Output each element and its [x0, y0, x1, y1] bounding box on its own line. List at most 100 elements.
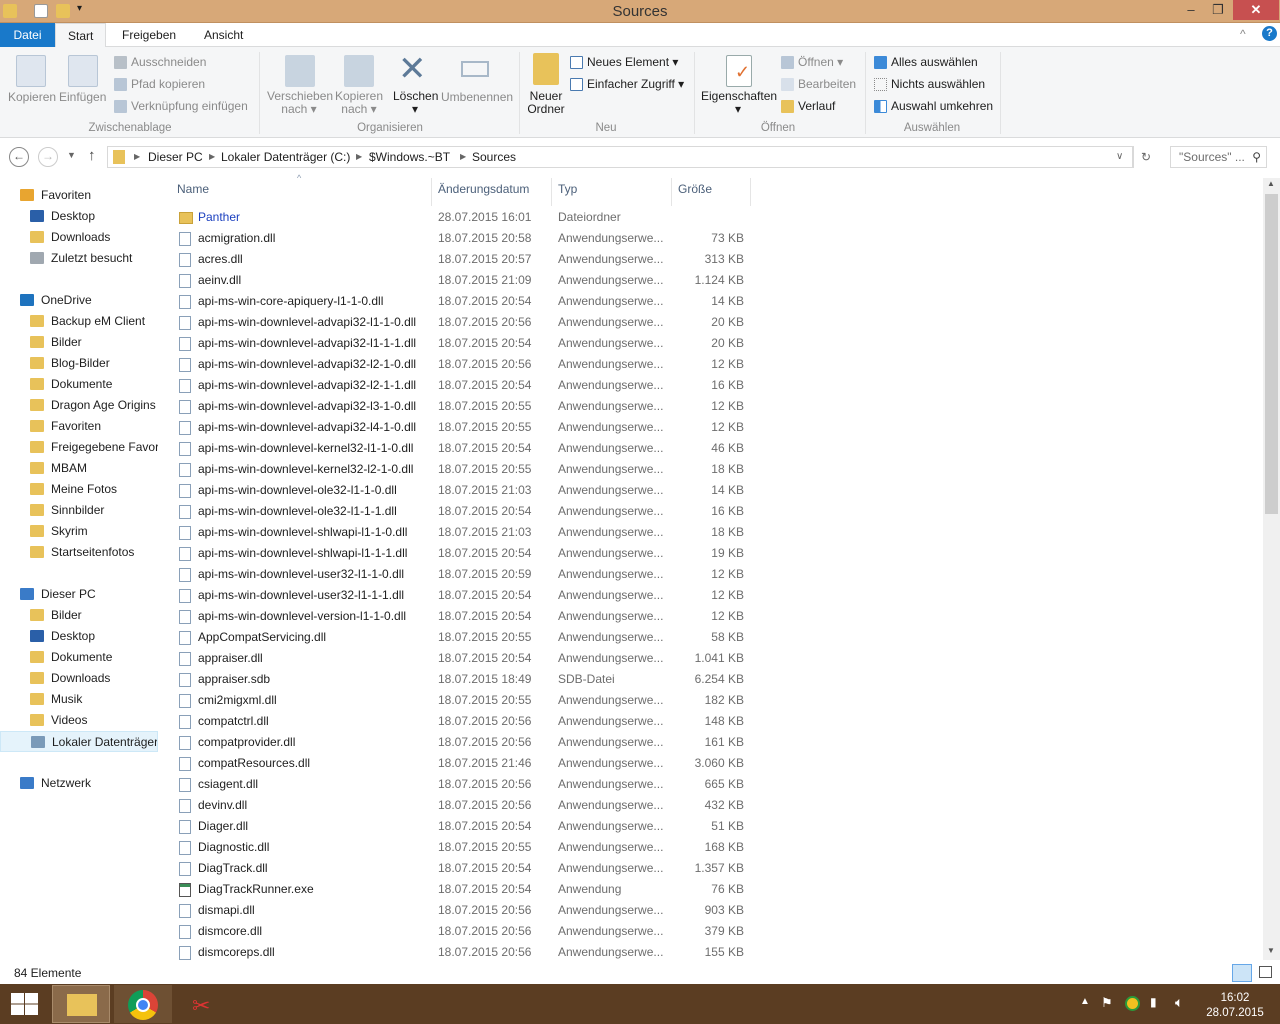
large-icons-view-button[interactable] — [1259, 966, 1272, 978]
file-row[interactable]: api-ms-win-downlevel-kernel32-l2-1-0.dll… — [160, 459, 760, 480]
scroll-up-arrow[interactable]: ▲ — [1267, 179, 1275, 188]
sidebar-item-musik[interactable]: Musik — [0, 689, 158, 710]
file-row[interactable]: acmigration.dll 18.07.2015 20:58 Anwendung… — [160, 228, 760, 249]
column-header-name[interactable]: Name — [177, 182, 209, 196]
tab-freigeben[interactable]: Freigeben — [110, 23, 188, 47]
sidebar-item-backup-em-client[interactable]: Backup eM Client — [0, 311, 158, 332]
sidebar-item-meine-fotos[interactable]: Meine Fotos — [0, 479, 158, 500]
maximize-button[interactable]: ❐ — [1204, 0, 1232, 20]
sidebar-item-bilder[interactable]: Bilder — [0, 332, 158, 353]
tab-ansicht[interactable]: Ansicht — [192, 23, 255, 47]
search-input[interactable]: "Sources" ... ⚲ — [1170, 146, 1267, 168]
taskbar-chrome[interactable] — [114, 985, 172, 1023]
file-row[interactable]: DiagTrackRunner.exe 18.07.2015 20:54 Anwen… — [160, 879, 760, 900]
file-row[interactable]: compatctrl.dll 18.07.2015 20:56 Anwendungs… — [160, 711, 760, 732]
file-row[interactable]: api-ms-win-downlevel-advapi32-l4-1-0.dll… — [160, 417, 760, 438]
breadcrumb-windows-bt[interactable]: $Windows.~BT — [369, 147, 450, 167]
scrollbar-thumb[interactable] — [1265, 194, 1278, 514]
new-item-button[interactable]: Neues Element ▾ — [570, 55, 678, 70]
close-button[interactable]: ✕ — [1233, 0, 1279, 20]
file-row[interactable]: api-ms-win-downlevel-user32-l1-1-0.dll 18… — [160, 564, 760, 585]
tab-datei[interactable]: Datei — [0, 23, 55, 47]
invert-selection-button[interactable]: Auswahl umkehren — [874, 99, 993, 114]
sidebar-item-zuletzt-besucht[interactable]: Zuletzt besucht — [0, 248, 158, 269]
properties-button[interactable]: Eigenschaften ▾ — [701, 90, 777, 116]
tab-start[interactable]: Start — [55, 23, 107, 48]
file-row[interactable]: Panther 28.07.2015 16:01 Dateiordner — [160, 207, 760, 228]
recent-locations-button[interactable]: ▼ — [67, 150, 76, 160]
minimize-button[interactable]: – — [1177, 0, 1205, 20]
file-row[interactable]: DiagTrack.dll 18.07.2015 20:54 Anwendungse… — [160, 858, 760, 879]
file-row[interactable]: appraiser.sdb 18.07.2015 18:49 SDB-Datei 6.… — [160, 669, 760, 690]
column-divider[interactable] — [750, 178, 751, 206]
file-row[interactable]: AppCompatServicing.dll 18.07.2015 20:55 An… — [160, 627, 760, 648]
file-row[interactable]: appraiser.dll 18.07.2015 20:54 Anwendungse… — [160, 648, 760, 669]
file-row[interactable]: dismcore.dll 18.07.2015 20:56 Anwendungser… — [160, 921, 760, 942]
sidebar-item-dragon-age-origins[interactable]: Dragon Age Origins — [0, 395, 158, 416]
volume-icon[interactable]: 🔈︎ — [1175, 994, 1183, 1011]
forward-button[interactable]: → — [38, 147, 58, 167]
collapse-ribbon-icon[interactable]: ^ — [1240, 27, 1246, 41]
sidebar-item-dokumente[interactable]: Dokumente — [0, 374, 158, 395]
start-button[interactable] — [11, 993, 38, 1015]
details-view-button[interactable] — [1232, 964, 1252, 982]
sidebar-item-desktop[interactable]: Desktop — [0, 626, 158, 647]
sidebar-item-bilder[interactable]: Bilder — [0, 605, 158, 626]
file-row[interactable]: api-ms-win-downlevel-advapi32-l2-1-0.dll… — [160, 354, 760, 375]
sidebar-item-downloads[interactable]: Downloads — [0, 668, 158, 689]
show-hidden-icons-button[interactable]: ▲ — [1080, 996, 1090, 1007]
copy-to-button[interactable]: Kopieren nach ▾ — [334, 90, 384, 116]
edit-button[interactable]: Bearbeiten — [781, 77, 856, 92]
file-row[interactable]: Diagnostic.dll 18.07.2015 20:55 Anwendungs… — [160, 837, 760, 858]
help-icon[interactable]: ? — [1262, 26, 1277, 41]
delete-button[interactable]: Löschen ▾ — [393, 90, 438, 116]
sidebar-item-startseitenfotos[interactable]: Startseitenfotos — [0, 542, 158, 563]
taskbar-snipping-tool[interactable]: ✂ — [176, 985, 234, 1023]
up-button[interactable]: ↑ — [88, 147, 96, 164]
column-divider[interactable] — [671, 178, 672, 206]
file-row[interactable]: cmi2migxml.dll 18.07.2015 20:55 Anwendungs… — [160, 690, 760, 711]
cut-button[interactable]: Ausschneiden — [114, 55, 206, 70]
refresh-button[interactable]: ↻ — [1141, 147, 1151, 167]
sidebar-item-skyrim[interactable]: Skyrim — [0, 521, 158, 542]
sidebar-item-netzwerk[interactable]: Netzwerk — [0, 773, 158, 794]
file-row[interactable]: aeinv.dll 18.07.2015 21:09 Anwendungserwe.… — [160, 270, 760, 291]
file-row[interactable]: api-ms-win-downlevel-kernel32-l1-1-0.dll… — [160, 438, 760, 459]
breadcrumb-drive-c[interactable]: Lokaler Datenträger (C:) — [221, 147, 350, 167]
file-row[interactable]: devinv.dll 18.07.2015 20:56 Anwendungserwe… — [160, 795, 760, 816]
file-row[interactable]: api-ms-win-downlevel-shlwapi-l1-1-1.dll 1… — [160, 543, 760, 564]
file-row[interactable]: api-ms-win-downlevel-advapi32-l3-1-0.dll… — [160, 396, 760, 417]
new-folder-button[interactable]: Neuer Ordner — [527, 90, 565, 116]
copy-path-button[interactable]: Pfad kopieren — [114, 77, 205, 92]
tray-app-icon[interactable] — [1125, 996, 1140, 1011]
column-divider[interactable] — [551, 178, 552, 206]
file-row[interactable]: api-ms-win-core-apiquery-l1-1-0.dll 18.07… — [160, 291, 760, 312]
sidebar-item-dokumente[interactable]: Dokumente — [0, 647, 158, 668]
file-row[interactable]: api-ms-win-downlevel-version-l1-1-0.dll 1… — [160, 606, 760, 627]
file-row[interactable]: api-ms-win-downlevel-ole32-l1-1-0.dll 18.… — [160, 480, 760, 501]
file-row[interactable]: api-ms-win-downlevel-advapi32-l1-1-1.dll… — [160, 333, 760, 354]
select-none-button[interactable]: Nichts auswählen — [874, 77, 985, 92]
select-all-button[interactable]: Alles auswählen — [874, 55, 978, 70]
address-bar[interactable]: ▶ Dieser PC ▶ Lokaler Datenträger (C:) ▶… — [107, 146, 1151, 168]
sidebar-item-videos[interactable]: Videos — [0, 710, 158, 731]
sidebar-item-desktop[interactable]: Desktop — [0, 206, 158, 227]
file-row[interactable]: dismcoreps.dll 18.07.2015 20:56 Anwendungs… — [160, 942, 760, 963]
sidebar-item-onedrive[interactable]: OneDrive — [0, 290, 158, 311]
back-button[interactable]: ← — [9, 147, 29, 167]
column-divider[interactable] — [431, 178, 432, 206]
file-row[interactable]: Diager.dll 18.07.2015 20:54 Anwendungserwe… — [160, 816, 760, 837]
sidebar-item-downloads[interactable]: Downloads — [0, 227, 158, 248]
sidebar-item-dieser-pc[interactable]: Dieser PC — [0, 584, 158, 605]
file-row[interactable]: csiagent.dll 18.07.2015 20:56 Anwendungser… — [160, 774, 760, 795]
copy-button[interactable]: Kopieren — [8, 90, 56, 104]
network-signal-icon[interactable]: ▮ — [1150, 995, 1157, 1009]
sidebar-item-favoriten[interactable]: Favoriten — [0, 416, 158, 437]
column-header-date[interactable]: Änderungsdatum — [438, 182, 529, 196]
scroll-down-arrow[interactable]: ▼ — [1267, 946, 1275, 955]
history-button[interactable]: Verlauf — [781, 99, 835, 114]
file-row[interactable]: compatResources.dll 18.07.2015 21:46 Anwen… — [160, 753, 760, 774]
file-row[interactable]: api-ms-win-downlevel-user32-l1-1-1.dll 18… — [160, 585, 760, 606]
breadcrumb-sources[interactable]: Sources — [472, 147, 516, 167]
easy-access-button[interactable]: Einfacher Zugriff ▾ — [570, 77, 684, 92]
